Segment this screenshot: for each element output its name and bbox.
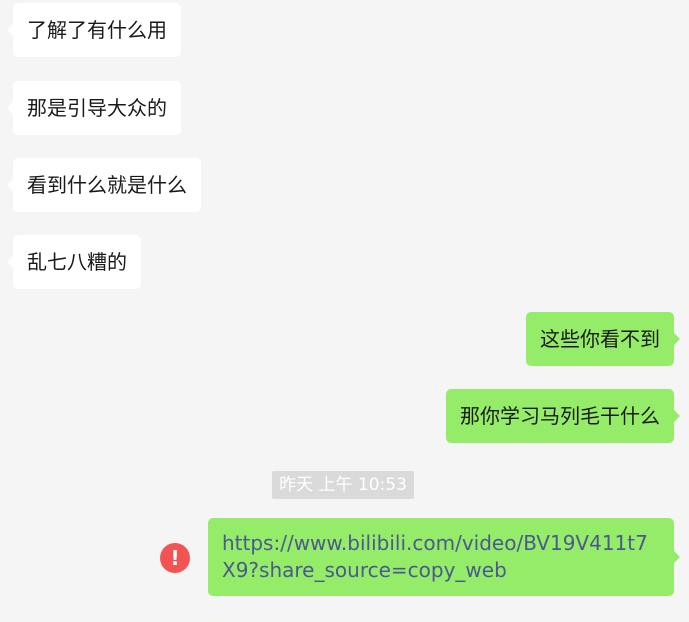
message-link[interactable]: https://www.bilibili.com/video/BV19V411t… xyxy=(222,531,648,582)
message-text: 那是引导大众的 xyxy=(27,96,167,120)
message-text: 这些你看不到 xyxy=(540,327,660,351)
incoming-message[interactable]: 看到什么就是什么 xyxy=(7,158,201,212)
outgoing-message[interactable]: 这些你看不到 xyxy=(526,312,680,366)
exclamation-icon[interactable]: ! xyxy=(160,543,190,573)
message-text: 那你学习马列毛干什么 xyxy=(460,404,660,428)
message-text: 乱七八糟的 xyxy=(27,250,127,274)
incoming-message[interactable]: 那是引导大众的 xyxy=(7,81,181,135)
message-text: 看到什么就是什么 xyxy=(27,173,187,197)
outgoing-message[interactable]: 那你学习马列毛干什么 xyxy=(446,389,680,443)
message-text: 了解了有什么用 xyxy=(27,18,167,42)
incoming-message[interactable]: 了解了有什么用 xyxy=(7,3,181,57)
incoming-message[interactable]: 乱七八糟的 xyxy=(7,235,141,289)
outgoing-link-message[interactable]: https://www.bilibili.com/video/BV19V411t… xyxy=(208,518,680,596)
message-timestamp: 昨天 上午 10:53 xyxy=(272,471,414,499)
